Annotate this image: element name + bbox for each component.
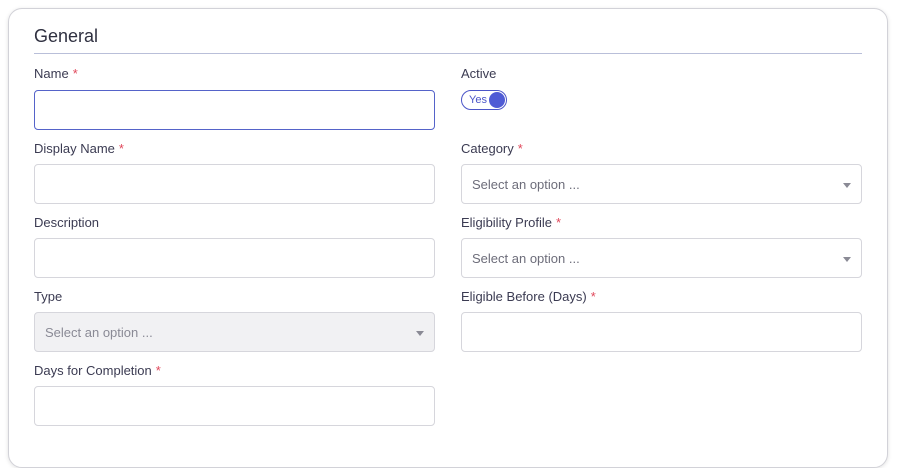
type-placeholder: Select an option ... (45, 325, 153, 340)
active-label: Active (461, 66, 497, 81)
active-toggle-text: Yes (469, 94, 487, 106)
eligibility-profile-label-text: Eligibility Profile (461, 215, 553, 230)
eligible-before-label: Eligible Before (Days) * (461, 289, 596, 304)
type-label: Type (34, 289, 63, 304)
chevron-down-icon (843, 183, 851, 188)
category-placeholder: Select an option ... (472, 177, 580, 192)
required-marker: * (556, 215, 562, 230)
description-input[interactable] (34, 238, 435, 278)
name-label-text: Name (34, 66, 69, 81)
name-label: Name * (34, 66, 78, 81)
eligibility-profile-placeholder: Select an option ... (472, 251, 580, 266)
required-marker: * (118, 141, 124, 156)
required-marker: * (590, 289, 596, 304)
eligible-before-label-text: Eligible Before (Days) (461, 289, 587, 304)
display-name-input[interactable] (34, 164, 435, 204)
required-marker: * (517, 141, 523, 156)
chevron-down-icon (843, 257, 851, 262)
display-name-label-text: Display Name (34, 141, 115, 156)
chevron-down-icon (416, 331, 424, 336)
section-divider (34, 53, 862, 54)
toggle-knob (489, 92, 505, 108)
category-label-text: Category (461, 141, 514, 156)
type-select[interactable]: Select an option ... (34, 312, 435, 352)
description-label: Description (34, 215, 100, 230)
eligibility-profile-label: Eligibility Profile * (461, 215, 561, 230)
section-title: General (34, 26, 99, 46)
days-for-completion-label-text: Days for Completion (34, 363, 152, 378)
eligible-before-input[interactable] (461, 312, 862, 352)
name-input[interactable] (34, 90, 435, 130)
active-toggle[interactable]: Yes (461, 90, 507, 110)
required-marker: * (155, 363, 161, 378)
display-name-label: Display Name * (34, 141, 124, 156)
days-for-completion-input[interactable] (34, 386, 435, 426)
category-label: Category * (461, 141, 523, 156)
eligibility-profile-select[interactable]: Select an option ... (461, 238, 862, 278)
category-select[interactable]: Select an option ... (461, 164, 862, 204)
required-marker: * (72, 66, 78, 81)
days-for-completion-label: Days for Completion * (34, 363, 161, 378)
